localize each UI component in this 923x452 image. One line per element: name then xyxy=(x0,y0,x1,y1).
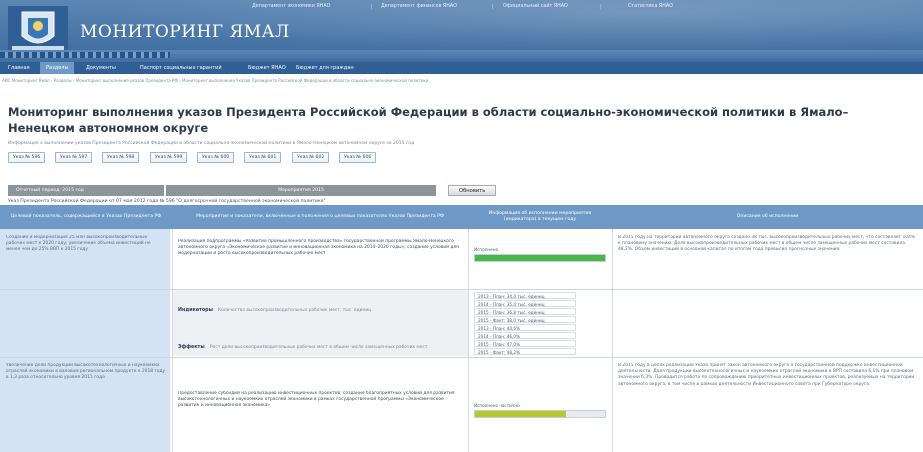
indicator-value: 2014 - План: 46,0% xyxy=(474,332,576,339)
progress-fill xyxy=(475,411,566,417)
table-row-description: В 2015 году на территории автономного ок… xyxy=(618,235,916,253)
breadcrumb[interactable]: АИС Мониторинг Ямал › Разделы › Монитори… xyxy=(2,78,428,83)
progress-caption: Исполнено xyxy=(474,247,499,252)
nav-item-sections[interactable]: Разделы xyxy=(40,62,75,74)
site-title: МОНИТОРИНГ ЯМАЛ xyxy=(80,22,290,42)
indicator-value: 2015 - Факт: 48,2% xyxy=(474,348,576,355)
nav-item-documents[interactable]: Документы xyxy=(80,62,122,74)
top-link-separator: | xyxy=(600,4,602,10)
effects-label: Эффекты xyxy=(178,345,205,350)
column-header-execution: Информация об исполнении мероприятия (ин… xyxy=(488,211,592,222)
decree-button[interactable]: Указ № 599 xyxy=(150,152,188,163)
nav-item-citizen-budget[interactable]: Бюджет для граждан xyxy=(290,62,360,74)
indicator-select[interactable]: Мероприятия 2015 xyxy=(166,185,436,196)
ornament-pattern xyxy=(0,52,170,58)
monitoring-table: Целевой показатель, содержащийся в Указа… xyxy=(0,205,923,452)
top-link-separator: | xyxy=(492,4,494,10)
decree-button[interactable]: Указ № 600 xyxy=(197,152,235,163)
progress-caption: Исполнено частично xyxy=(474,403,520,408)
top-link-finance[interactable]: Департамент финансов ЯНАО xyxy=(381,4,457,9)
decree-button[interactable]: Указ № 598 xyxy=(102,152,140,163)
table-header: Целевой показатель, содержащийся в Указа… xyxy=(0,205,923,229)
indicator-value: 2014 - План: 35,4 тыс. единиц xyxy=(474,300,576,307)
top-links-bar: Департамент экономики ЯНАО | Департамент… xyxy=(0,4,923,16)
column-header-measures: Мероприятия и показатели, включенные в п… xyxy=(196,214,444,219)
indicator-value: 2015 - Факт: 38,0 тыс. единиц xyxy=(474,316,576,323)
indicator-value: 2015 - План: 47,0% xyxy=(474,340,576,347)
table-row-measure: Реализация подпрограммы «Развитие промыш… xyxy=(178,239,459,257)
decree-button[interactable]: Указ № 597 xyxy=(55,152,93,163)
decree-button[interactable]: Указ № 601 xyxy=(244,152,282,163)
site-header: Департамент экономики ЯНАО | Департамент… xyxy=(0,0,923,62)
top-link-separator: | xyxy=(371,4,373,10)
row-divider xyxy=(0,357,923,358)
page-subtitle: Информация о выполнении указов Президент… xyxy=(8,141,415,146)
indicator-value: 2013 - План: 34,0 тыс. единиц xyxy=(474,292,576,299)
indicators-text: Количество высокопроизводительных рабочи… xyxy=(218,308,372,313)
decree-button[interactable]: Указ № 596 xyxy=(8,152,46,163)
progress-bar xyxy=(474,410,606,418)
nav-item-budget[interactable]: Бюджет ЯНАО xyxy=(242,62,292,74)
column-header-description: Описание об исполнении xyxy=(736,214,799,219)
table-row-measure: Предоставление субсидий на реализацию ин… xyxy=(178,391,455,409)
table-row-description: В 2015 году в целях реализации Указа при… xyxy=(618,363,915,387)
indicator-value: 2015 - План: 36,8 тыс. единиц xyxy=(474,308,576,315)
indicators-label: Индикаторы xyxy=(178,308,213,313)
period-select[interactable]: Отчетный период: 2015 год xyxy=(8,185,164,196)
decree-button[interactable]: Указ № 606 xyxy=(339,152,377,163)
column-divider xyxy=(612,229,613,452)
table-row-indicator: Увеличение доли продукции высокотехнолог… xyxy=(6,363,166,381)
decree-caption: Указ Президента Российской Федерации от … xyxy=(8,199,326,204)
decree-button[interactable]: Указ № 602 xyxy=(292,152,330,163)
effects-text: Рост доли высокопроизводительных рабочих… xyxy=(210,345,428,350)
top-link-statistics[interactable]: Статистика ЯНАО xyxy=(628,4,673,9)
refresh-button[interactable]: Обновить xyxy=(448,185,497,196)
nav-item-social-guarantees[interactable]: Паспорт социальных гарантий xyxy=(134,62,228,74)
column-divider xyxy=(468,229,469,452)
column-header-indicator: Целевой показатель, содержащийся в Указа… xyxy=(10,214,162,219)
nav-item-home[interactable]: Главная xyxy=(2,62,36,74)
progress-fill xyxy=(475,255,605,261)
coat-of-arms-icon[interactable] xyxy=(8,6,68,54)
indicator-value: 2013 - План: 44,6% xyxy=(474,324,576,331)
main-nav: Главная Разделы Документы Паспорт социал… xyxy=(0,62,923,74)
top-link-economy[interactable]: Департамент экономики ЯНАО xyxy=(252,4,330,9)
page-title: Мониторинг выполнения указов Президента … xyxy=(8,105,849,135)
top-link-official[interactable]: Официальный сайт ЯНАО xyxy=(503,4,568,9)
table-row-indicator: Создание и модернизация 25 млн высокопро… xyxy=(6,235,151,253)
progress-bar xyxy=(474,254,606,262)
